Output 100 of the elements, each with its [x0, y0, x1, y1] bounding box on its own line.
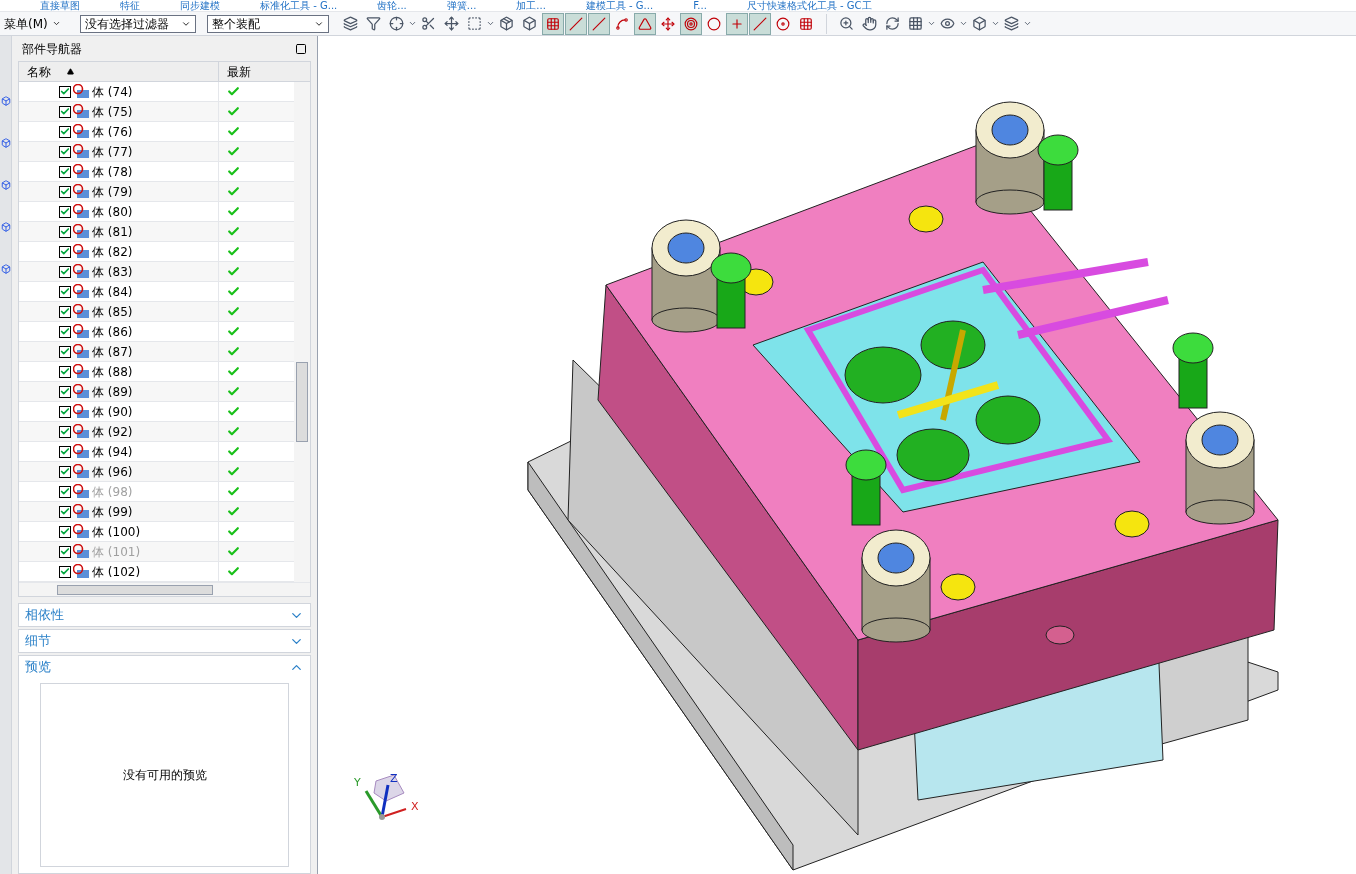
- caret-icon[interactable]: [1022, 19, 1032, 28]
- checkbox[interactable]: [59, 165, 71, 178]
- tree-row-label: 体 (81): [92, 223, 133, 241]
- cube-icon[interactable]: [0, 222, 11, 232]
- tree-row[interactable]: 体 (83): [19, 262, 294, 282]
- tree-row[interactable]: 体 (87): [19, 342, 294, 362]
- caret-icon[interactable]: [958, 19, 968, 28]
- tree-row-label: 体 (74): [92, 83, 133, 101]
- caret-icon[interactable]: [485, 19, 495, 28]
- checkbox[interactable]: [59, 485, 71, 498]
- checkbox[interactable]: [59, 365, 71, 378]
- tree-row[interactable]: 体 (92): [19, 422, 294, 442]
- ribbon-group-label[interactable]: 齿轮...: [377, 0, 407, 11]
- checkbox[interactable]: [59, 185, 71, 198]
- cube-icon[interactable]: [0, 180, 11, 190]
- checkbox[interactable]: [59, 505, 71, 518]
- tree-row-label: 体 (101): [92, 543, 141, 561]
- ribbon-group-label[interactable]: 弹簧...: [446, 0, 477, 11]
- ribbon-group-label[interactable]: 同步建模: [180, 0, 220, 11]
- tree-row-label: 体 (99): [92, 503, 133, 521]
- tree-row-label: 体 (92): [92, 423, 133, 441]
- body-icon: [73, 384, 90, 399]
- ribbon-group-label[interactable]: 加工...: [516, 0, 546, 11]
- tree-row[interactable]: 体 (96): [19, 462, 294, 482]
- body-icon: [73, 304, 90, 319]
- checkbox[interactable]: [59, 545, 71, 558]
- checkbox[interactable]: [59, 245, 71, 258]
- caret-icon[interactable]: [926, 19, 936, 28]
- checkbox[interactable]: [59, 405, 71, 418]
- body-icon: [73, 324, 90, 339]
- section-header[interactable]: 预览: [19, 656, 310, 678]
- cube-icon[interactable]: [0, 96, 11, 106]
- snap-tool-icon[interactable]: [633, 12, 656, 35]
- column-header[interactable]: 最新: [219, 62, 310, 81]
- tree-row-label: 体 (87): [92, 343, 133, 361]
- caret-icon: [51, 19, 61, 28]
- horizontal-scrollbar[interactable]: [19, 582, 310, 596]
- axis-label: X: [411, 799, 419, 815]
- section-header[interactable]: 细节: [19, 630, 310, 652]
- snap-tool-icon[interactable]: [587, 12, 610, 35]
- checkbox[interactable]: [59, 425, 71, 438]
- snap-tool-icon[interactable]: [725, 12, 748, 35]
- ribbon-group-label[interactable]: 特征: [120, 0, 140, 11]
- cube-icon[interactable]: [0, 264, 11, 274]
- checkbox[interactable]: [59, 125, 71, 138]
- checkbox[interactable]: [59, 225, 71, 238]
- checkbox[interactable]: [59, 565, 71, 578]
- body-icon: [73, 284, 90, 299]
- ribbon-group-label[interactable]: 直接草图: [40, 0, 80, 11]
- checkbox[interactable]: [59, 205, 71, 218]
- caret-icon[interactable]: [990, 19, 1000, 28]
- cube-icon[interactable]: [0, 138, 11, 148]
- snap-tool-icon[interactable]: [564, 12, 587, 35]
- body-icon: [73, 524, 90, 539]
- body-icon: [73, 504, 90, 519]
- snap-tool-icon[interactable]: [541, 12, 564, 35]
- checkbox[interactable]: [59, 525, 71, 538]
- tree-row[interactable]: 体 (99): [19, 502, 294, 522]
- ribbon-group-label[interactable]: 建模工具 - G...: [585, 0, 654, 11]
- checkbox[interactable]: [59, 385, 71, 398]
- snap-tool-icon[interactable]: [679, 12, 702, 35]
- maximize-icon[interactable]: [295, 42, 307, 55]
- tree-row[interactable]: 体 (79): [19, 182, 294, 202]
- checkbox[interactable]: [59, 145, 71, 158]
- axis-label: Y: [354, 775, 361, 791]
- column-header[interactable]: 名称: [19, 62, 219, 81]
- checkbox[interactable]: [59, 85, 71, 98]
- menu-button[interactable]: 菜单(M): [0, 14, 65, 33]
- tree-row[interactable]: 体 (81): [19, 222, 294, 242]
- tree-row-label: 体 (86): [92, 323, 133, 341]
- caret-icon[interactable]: [407, 19, 417, 28]
- tree-row-label: 体 (98): [92, 483, 133, 501]
- checkbox[interactable]: [59, 105, 71, 118]
- tree-row-label: 体 (102): [92, 563, 141, 581]
- checkbox[interactable]: [59, 265, 71, 278]
- tree-row[interactable]: 体 (75): [19, 102, 294, 122]
- checkbox[interactable]: [59, 445, 71, 458]
- tree-row-label: 体 (82): [92, 243, 133, 261]
- checkbox[interactable]: [59, 465, 71, 478]
- body-icon: [73, 404, 90, 419]
- tree-row-label: 体 (78): [92, 163, 133, 181]
- checkbox[interactable]: [59, 305, 71, 318]
- tree-row[interactable]: 体 (77): [19, 142, 294, 162]
- section-header[interactable]: 相依性: [19, 604, 310, 626]
- selection-filter-dropdown[interactable]: 没有选择过滤器: [79, 14, 196, 33]
- checkbox[interactable]: [59, 285, 71, 298]
- tree-row-label: 体 (83): [92, 263, 133, 281]
- tree-row[interactable]: 体 (89): [19, 382, 294, 402]
- checkbox[interactable]: [59, 325, 71, 338]
- ribbon-group-label[interactable]: F...: [693, 0, 707, 11]
- checkbox[interactable]: [59, 345, 71, 358]
- assembly-scope-dropdown[interactable]: 整个装配: [206, 14, 329, 33]
- body-icon: [73, 364, 90, 379]
- vertical-scrollbar[interactable]: [294, 82, 310, 582]
- body-icon: [73, 444, 90, 459]
- ribbon-group-label[interactable]: 尺寸快速格式化工具 - GC工: [746, 0, 872, 11]
- tree-row[interactable]: 体 (85): [19, 302, 294, 322]
- tree-row-label: 体 (77): [92, 143, 133, 161]
- ribbon-group-label[interactable]: 标准化工具 - G...: [260, 0, 338, 11]
- snap-tool-icon[interactable]: [748, 12, 771, 35]
